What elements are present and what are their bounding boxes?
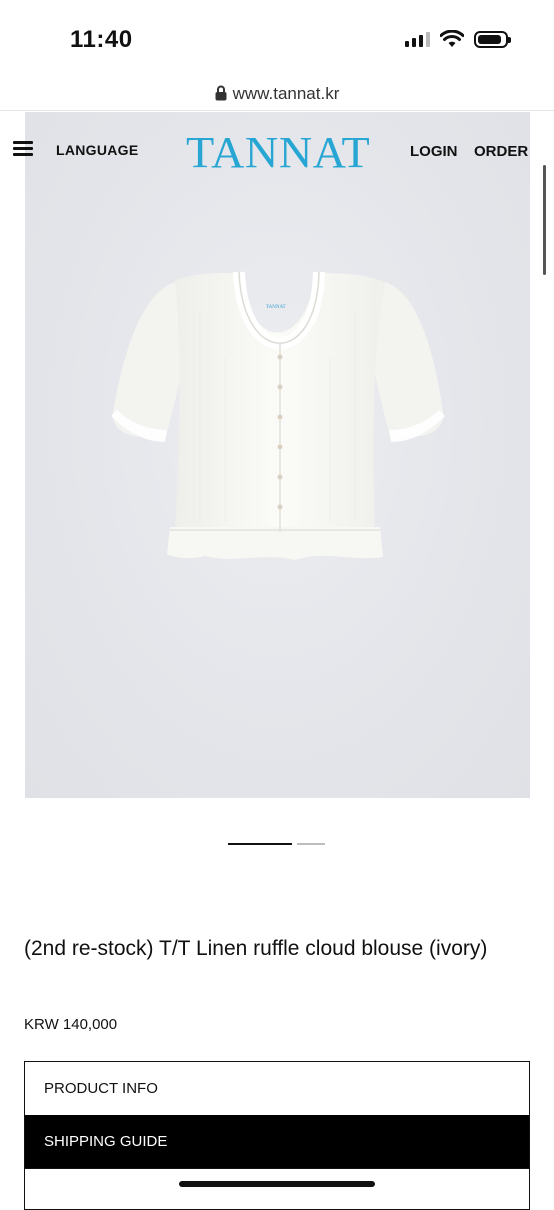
home-indicator[interactable] — [179, 1181, 375, 1187]
product-price: KRW 140,000 — [24, 1016, 118, 1033]
tab-extra[interactable] — [25, 1168, 529, 1209]
product-tabs: PRODUCT INFO SHIPPING GUIDE — [24, 1061, 530, 1210]
status-icons — [405, 30, 511, 48]
login-link[interactable]: LOGIN — [410, 143, 458, 160]
image-pager-dot[interactable] — [297, 843, 325, 845]
tab-shipping-guide[interactable]: SHIPPING GUIDE — [25, 1115, 529, 1168]
url-bar[interactable]: www.tannat.kr — [0, 84, 554, 104]
signal-icon — [405, 31, 430, 47]
garment-label: TANNAT — [266, 305, 286, 310]
lock-icon — [215, 85, 227, 101]
url-text: www.tannat.kr — [232, 84, 340, 103]
order-link[interactable]: ORDER — [474, 143, 528, 160]
url-divider — [0, 110, 554, 111]
product-image[interactable]: TANNAT — [25, 112, 530, 798]
wifi-icon — [440, 30, 464, 47]
status-time: 11:40 — [70, 26, 133, 53]
battery-icon — [474, 30, 511, 48]
image-pager-dot-active[interactable] — [228, 843, 292, 845]
brand-logo[interactable]: TANNAT — [186, 127, 370, 178]
scrollbar[interactable] — [543, 165, 546, 275]
product-title: (2nd re-stock) T/T Linen ruffle cloud bl… — [24, 937, 488, 960]
tab-product-info[interactable]: PRODUCT INFO — [25, 1062, 529, 1115]
blouse-image — [111, 271, 445, 560]
language-link[interactable]: LANGUAGE — [56, 142, 139, 158]
hamburger-menu-icon[interactable] — [13, 140, 33, 158]
